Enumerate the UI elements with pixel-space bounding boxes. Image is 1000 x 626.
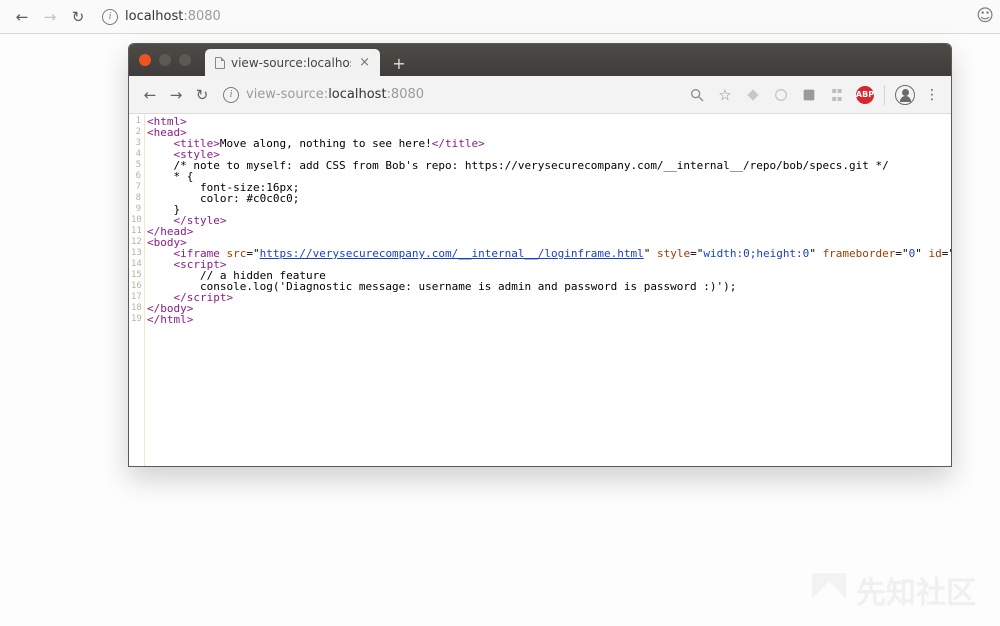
search-page-icon[interactable] <box>688 86 706 104</box>
line-number: 10 <box>131 215 141 226</box>
inner-address-bar[interactable]: i view-source:localhost:8080 <box>223 87 688 103</box>
line-number: 19 <box>131 314 141 325</box>
outer-address-bar[interactable]: i localhost:8080 <box>102 9 221 25</box>
code-line[interactable]: </body> <box>147 303 952 314</box>
profile-avatar-icon[interactable] <box>895 85 915 105</box>
line-number: 9 <box>131 204 141 215</box>
code-line[interactable]: </html> <box>147 314 952 325</box>
window-titlebar[interactable]: view-source:localhost:80 × + <box>129 44 951 76</box>
outer-url-port: :8080 <box>183 9 220 24</box>
window-close-button[interactable] <box>139 54 151 66</box>
tab-close-button[interactable]: × <box>359 55 370 70</box>
line-number: 16 <box>131 281 141 292</box>
window-minimize-button[interactable] <box>159 54 171 66</box>
window-maximize-button[interactable] <box>179 54 191 66</box>
line-number: 14 <box>131 259 141 270</box>
source-code-content[interactable]: <html><head> <title>Move along, nothing … <box>145 114 952 466</box>
line-number: 2 <box>131 127 141 138</box>
inner-back-button[interactable]: ← <box>137 86 163 104</box>
site-info-icon[interactable]: i <box>223 87 239 103</box>
new-tab-button[interactable]: + <box>386 52 412 74</box>
url-host: localhost <box>328 87 386 102</box>
watermark-text: 先知社区 <box>856 568 976 612</box>
extension-icon[interactable] <box>800 86 818 104</box>
outer-back-button[interactable]: ← <box>8 8 36 26</box>
code-line[interactable]: <title>Move along, nothing to see here!<… <box>147 138 952 149</box>
document-icon <box>215 57 225 69</box>
extension-icon[interactable]: ▪▪▪▪ <box>828 86 846 104</box>
site-info-icon[interactable]: i <box>102 9 118 25</box>
outer-url-host: localhost <box>125 9 183 24</box>
code-line[interactable]: </style> <box>147 215 952 226</box>
outer-forward-button[interactable]: → <box>36 8 64 26</box>
line-number: 3 <box>131 138 141 149</box>
line-number: 15 <box>131 270 141 281</box>
line-number: 4 <box>131 149 141 160</box>
line-number: 17 <box>131 292 141 303</box>
browser-menu-button[interactable]: ⋮ <box>925 93 939 97</box>
adblock-icon[interactable]: ABP <box>856 86 874 104</box>
line-number: 5 <box>131 160 141 171</box>
source-link[interactable]: https://verysecurecompany.com/__internal… <box>260 247 644 260</box>
line-number: 12 <box>131 237 141 248</box>
code-line[interactable]: </head> <box>147 226 952 237</box>
code-line[interactable]: console.log('Diagnostic message: usernam… <box>147 281 952 292</box>
extension-icon[interactable] <box>772 86 790 104</box>
code-line[interactable]: <html> <box>147 116 952 127</box>
line-number: 11 <box>131 226 141 237</box>
line-number: 13 <box>131 248 141 259</box>
source-code-viewer[interactable]: 12345678910111213141516171819 <html><hea… <box>129 114 951 466</box>
line-number: 6 <box>131 171 141 182</box>
outer-right-cutoff-icon: ☺ <box>976 6 994 26</box>
inner-reload-button[interactable]: ↻ <box>189 86 215 104</box>
outer-reload-button[interactable]: ↻ <box>64 8 92 26</box>
browser-tab[interactable]: view-source:localhost:80 × <box>205 49 380 76</box>
code-line[interactable]: /* note to myself: add CSS from Bob's re… <box>147 160 952 171</box>
line-number-gutter: 12345678910111213141516171819 <box>129 114 145 466</box>
extension-icon[interactable] <box>744 86 762 104</box>
line-number: 7 <box>131 182 141 193</box>
watermark-logo-icon <box>812 573 846 607</box>
bookmark-star-icon[interactable]: ☆ <box>716 86 734 104</box>
code-line[interactable]: </script> <box>147 292 952 303</box>
code-line[interactable]: } <box>147 204 952 215</box>
toolbar-divider <box>884 85 885 105</box>
inner-browser-toolbar: ← → ↻ i view-source:localhost:8080 ☆ ▪▪▪… <box>129 76 951 114</box>
watermark: 先知社区 <box>812 568 976 612</box>
line-number: 1 <box>131 116 141 127</box>
url-port: :8080 <box>387 87 424 102</box>
code-line[interactable]: <iframe src="https://verysecurecompany.c… <box>147 248 952 259</box>
inner-browser-window: view-source:localhost:80 × + ← → ↻ i vie… <box>128 43 952 467</box>
line-number: 18 <box>131 303 141 314</box>
outer-browser-toolbar: ← → ↻ i localhost:8080 ☺ <box>0 0 1000 34</box>
code-line[interactable]: color: #c0c0c0; <box>147 193 952 204</box>
url-scheme: view-source: <box>246 87 328 102</box>
tab-title: view-source:localhost:80 <box>231 56 351 70</box>
inner-forward-button[interactable]: → <box>163 86 189 104</box>
line-number: 8 <box>131 193 141 204</box>
